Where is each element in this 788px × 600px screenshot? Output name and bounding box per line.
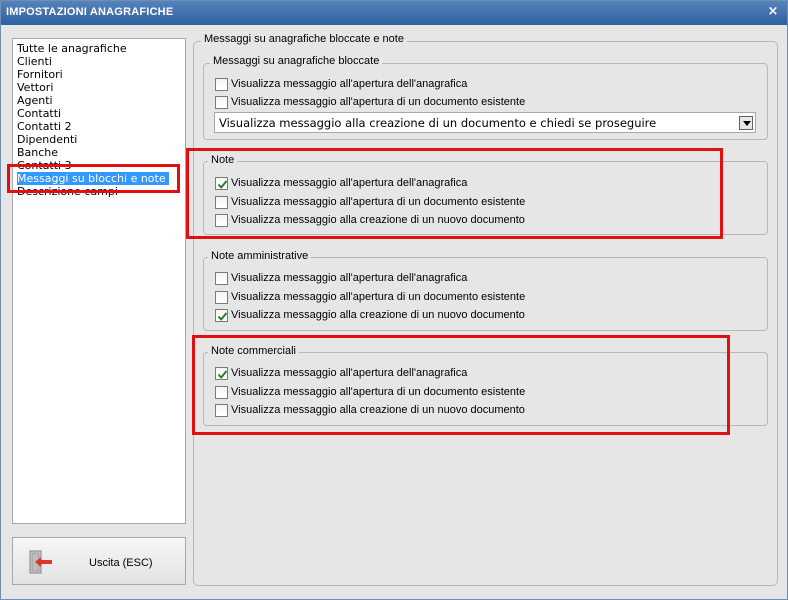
option-label: Visualizza messaggio alla creazione di u… xyxy=(231,309,525,321)
list-item-banche[interactable]: Banche xyxy=(17,146,61,159)
list-item-agenti[interactable]: Agenti xyxy=(17,94,56,107)
option-label: Visualizza messaggio all'apertura dell'a… xyxy=(231,78,468,90)
bloccate-creazione-dropdown[interactable]: Visualizza messaggio alla creazione di u… xyxy=(214,112,756,133)
option-label: Visualizza messaggio all'apertura di un … xyxy=(231,96,526,108)
checkbox[interactable] xyxy=(215,78,228,91)
list-item-dipendenti[interactable]: Dipendenti xyxy=(17,133,80,146)
exit-button[interactable]: Uscita (ESC) xyxy=(12,537,186,585)
highlight-box-note xyxy=(186,148,723,239)
dropdown-value: Visualizza messaggio alla creazione di u… xyxy=(219,116,657,130)
list-item-fornitori[interactable]: Fornitori xyxy=(17,68,66,81)
highlight-box-sidebar xyxy=(7,164,180,193)
list-item-tutte-anagrafiche[interactable]: Tutte le anagrafiche xyxy=(17,42,130,55)
group-anagrafiche-bloccate-title: Messaggi su anagrafiche bloccate xyxy=(210,55,383,67)
window-title: IMPOSTAZIONI ANAGRAFICHE xyxy=(6,6,174,18)
category-list[interactable]: Tutte le anagrafiche Clienti Fornitori V… xyxy=(12,38,186,524)
main-panel-title: Messaggi su anagrafiche bloccate e note xyxy=(201,33,407,45)
highlight-box-note-commerciali xyxy=(192,335,730,435)
title-bar: IMPOSTAZIONI ANAGRAFICHE × xyxy=(1,1,787,25)
settings-window: IMPOSTAZIONI ANAGRAFICHE × Tutte le anag… xyxy=(0,0,788,600)
option-label: Visualizza messaggio all'apertura dell'a… xyxy=(231,272,468,284)
group-note-amministrative-title: Note amministrative xyxy=(208,250,312,262)
checkbox[interactable] xyxy=(215,272,228,285)
list-item-vettori[interactable]: Vettori xyxy=(17,81,56,94)
close-button[interactable]: × xyxy=(765,4,781,20)
list-item-contatti[interactable]: Contatti xyxy=(17,107,64,120)
list-item-clienti[interactable]: Clienti xyxy=(17,55,55,68)
checkbox[interactable] xyxy=(215,291,228,304)
checkbox[interactable] xyxy=(215,96,228,109)
exit-button-label: Uscita (ESC) xyxy=(89,557,153,569)
exit-door-icon xyxy=(27,549,55,575)
checkbox-checked[interactable] xyxy=(215,309,228,322)
list-item-contatti-2[interactable]: Contatti 2 xyxy=(17,120,75,133)
chevron-down-icon[interactable] xyxy=(739,116,753,130)
option-label: Visualizza messaggio all'apertura di un … xyxy=(231,291,526,303)
